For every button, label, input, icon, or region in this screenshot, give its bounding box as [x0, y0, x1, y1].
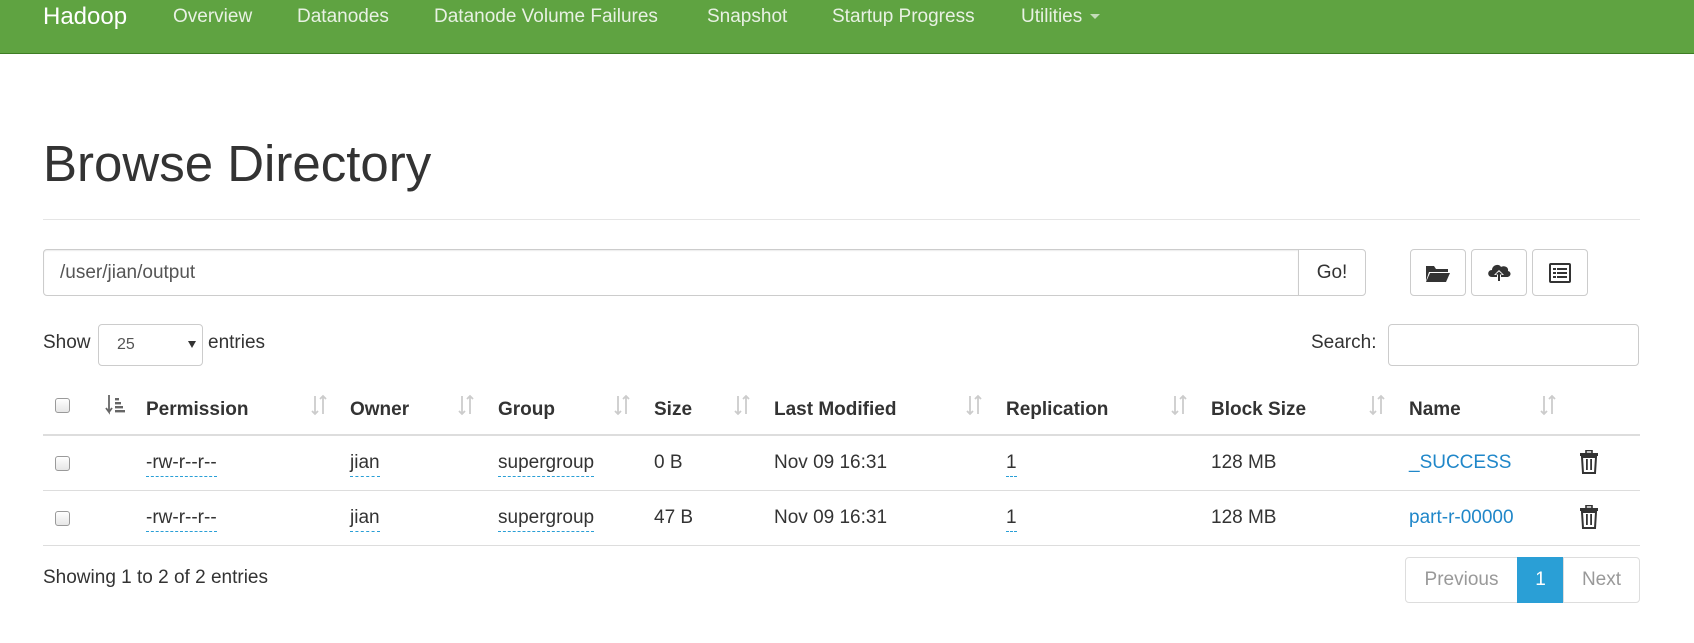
table-row: -rw-r--r-- jian supergroup 0 B Nov 09 16… — [43, 436, 1640, 491]
file-name-link[interactable]: part-r-00000 — [1409, 506, 1514, 530]
next-page-button[interactable]: Next — [1563, 557, 1640, 603]
sort-icon[interactable] — [1169, 392, 1189, 418]
column-header-replication[interactable]: Replication — [1006, 398, 1108, 422]
owner-cell[interactable]: jian — [350, 451, 380, 477]
permission-cell[interactable]: -rw-r--r-- — [146, 451, 217, 477]
nav-utilities-label: Utilities — [1021, 6, 1083, 27]
column-header-permission[interactable]: Permission — [146, 398, 248, 422]
go-button[interactable]: Go! — [1298, 249, 1366, 296]
replication-cell[interactable]: 1 — [1006, 451, 1017, 477]
nav-startup-progress[interactable]: Startup Progress — [832, 5, 975, 29]
row-checkbox[interactable] — [55, 456, 70, 471]
group-cell[interactable]: supergroup — [498, 451, 595, 477]
chevron-down-icon — [1090, 14, 1101, 20]
previous-page-button[interactable]: Previous — [1405, 557, 1518, 603]
owner-cell[interactable]: jian — [350, 506, 380, 532]
table-info: Showing 1 to 2 of 2 entries — [43, 567, 268, 588]
page-length-select[interactable]: 25 — [98, 324, 203, 366]
search-input[interactable] — [1388, 324, 1639, 366]
directory-path-input[interactable] — [43, 249, 1299, 296]
sort-icon[interactable] — [1538, 392, 1558, 418]
sort-asc-icon[interactable] — [105, 392, 125, 418]
nav-utilities-dropdown[interactable]: Utilities — [1021, 5, 1101, 29]
sort-icon[interactable] — [1367, 392, 1387, 418]
show-label: Show — [43, 332, 91, 353]
entries-label: entries — [208, 332, 266, 353]
row-checkbox[interactable] — [55, 511, 70, 526]
current-page-button[interactable]: 1 — [1517, 557, 1564, 603]
page-title: Browse Directory — [43, 135, 432, 192]
last-modified-cell: Nov 09 16:31 — [774, 507, 888, 528]
column-header-owner[interactable]: Owner — [350, 398, 409, 422]
nav-datanode-volume-failures[interactable]: Datanode Volume Failures — [434, 5, 658, 29]
file-name-link[interactable]: _SUCCESS — [1409, 451, 1511, 475]
caret-down-icon — [188, 341, 196, 348]
header-divider — [43, 219, 1640, 220]
trash-icon[interactable] — [1578, 505, 1600, 529]
nav-snapshot[interactable]: Snapshot — [707, 5, 787, 29]
nav-datanodes[interactable]: Datanodes — [297, 5, 389, 29]
permission-cell[interactable]: -rw-r--r-- — [146, 506, 217, 532]
list-alt-icon — [1549, 262, 1571, 283]
size-cell: 0 B — [654, 452, 683, 473]
top-navbar: Hadoop Overview Datanodes Datanode Volum… — [0, 0, 1694, 54]
search-label: Search: — [1311, 332, 1377, 353]
page-length-value: 25 — [117, 336, 135, 353]
select-all-checkbox[interactable] — [55, 398, 70, 413]
column-header-name[interactable]: Name — [1409, 398, 1461, 422]
brand-logo[interactable]: Hadoop — [43, 2, 127, 32]
size-cell: 47 B — [654, 507, 694, 528]
create-directory-button[interactable] — [1410, 249, 1466, 296]
table-row: -rw-r--r-- jian supergroup 47 B Nov 09 1… — [43, 491, 1640, 546]
replication-cell[interactable]: 1 — [1006, 506, 1017, 532]
cut-paste-list-button[interactable] — [1532, 249, 1588, 296]
trash-icon[interactable] — [1578, 450, 1600, 474]
upload-file-button[interactable] — [1471, 249, 1527, 296]
table-header-row: Permission Owner Group Size Last Modifie… — [43, 380, 1640, 436]
column-header-block-size[interactable]: Block Size — [1211, 398, 1306, 422]
folder-open-icon — [1426, 265, 1450, 282]
last-modified-cell: Nov 09 16:31 — [774, 452, 888, 473]
cloud-upload-icon — [1488, 264, 1511, 282]
block-size-cell: 128 MB — [1211, 507, 1277, 528]
column-header-size[interactable]: Size — [654, 398, 692, 422]
group-cell[interactable]: supergroup — [498, 506, 595, 532]
column-header-group[interactable]: Group — [498, 398, 555, 422]
sort-icon[interactable] — [456, 392, 476, 418]
nav-overview[interactable]: Overview — [173, 5, 252, 29]
sort-icon[interactable] — [612, 392, 632, 418]
column-header-last-modified[interactable]: Last Modified — [774, 398, 896, 422]
sort-icon[interactable] — [732, 392, 752, 418]
sort-icon[interactable] — [964, 392, 984, 418]
sort-icon[interactable] — [309, 392, 329, 418]
block-size-cell: 128 MB — [1211, 452, 1277, 473]
